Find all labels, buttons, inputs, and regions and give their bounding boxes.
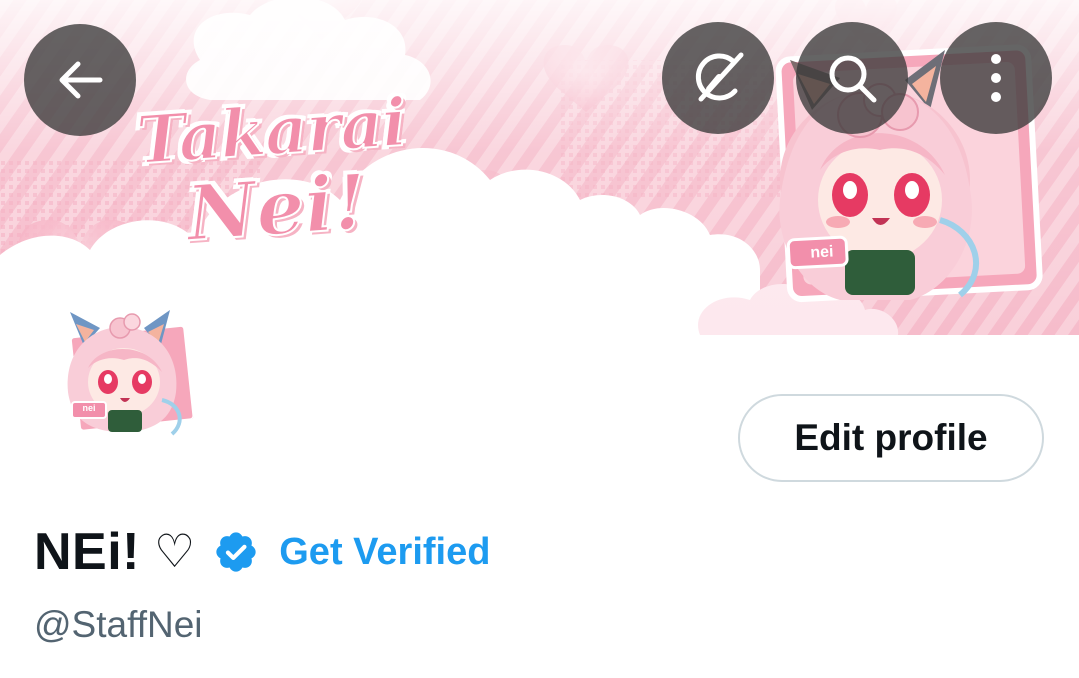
- profile-page: Takarai Nei! nei nei Edit profile NEi! ♡…: [0, 0, 1079, 678]
- avatar-image: [40, 282, 210, 452]
- more-options-button[interactable]: [940, 22, 1052, 134]
- banner-logo: Takarai Nei!: [89, 82, 462, 311]
- profile-banner[interactable]: Takarai Nei! nei: [0, 0, 1079, 335]
- user-handle: @StaffNei: [34, 604, 203, 645]
- more-vertical-icon: [991, 54, 1001, 102]
- name-heart-symbol: ♡: [154, 524, 196, 578]
- avatar-sticker-label: nei: [82, 403, 96, 413]
- grok-button[interactable]: [662, 22, 774, 134]
- search-icon: [829, 55, 877, 103]
- profile-name-row: NEi! ♡ Get Verified: [34, 516, 490, 588]
- back-button[interactable]: [24, 24, 136, 136]
- arrow-left-icon: [59, 61, 103, 99]
- avatar[interactable]: nei: [40, 282, 210, 452]
- search-button[interactable]: [796, 22, 908, 134]
- banner-sticker-label: nei: [809, 243, 834, 262]
- display-name: NEi!: [34, 523, 140, 581]
- grok-icon: [695, 52, 744, 102]
- edit-profile-button[interactable]: Edit profile: [738, 394, 1044, 482]
- get-verified-link[interactable]: Get Verified: [279, 531, 490, 574]
- verified-badge-icon[interactable]: [213, 529, 259, 575]
